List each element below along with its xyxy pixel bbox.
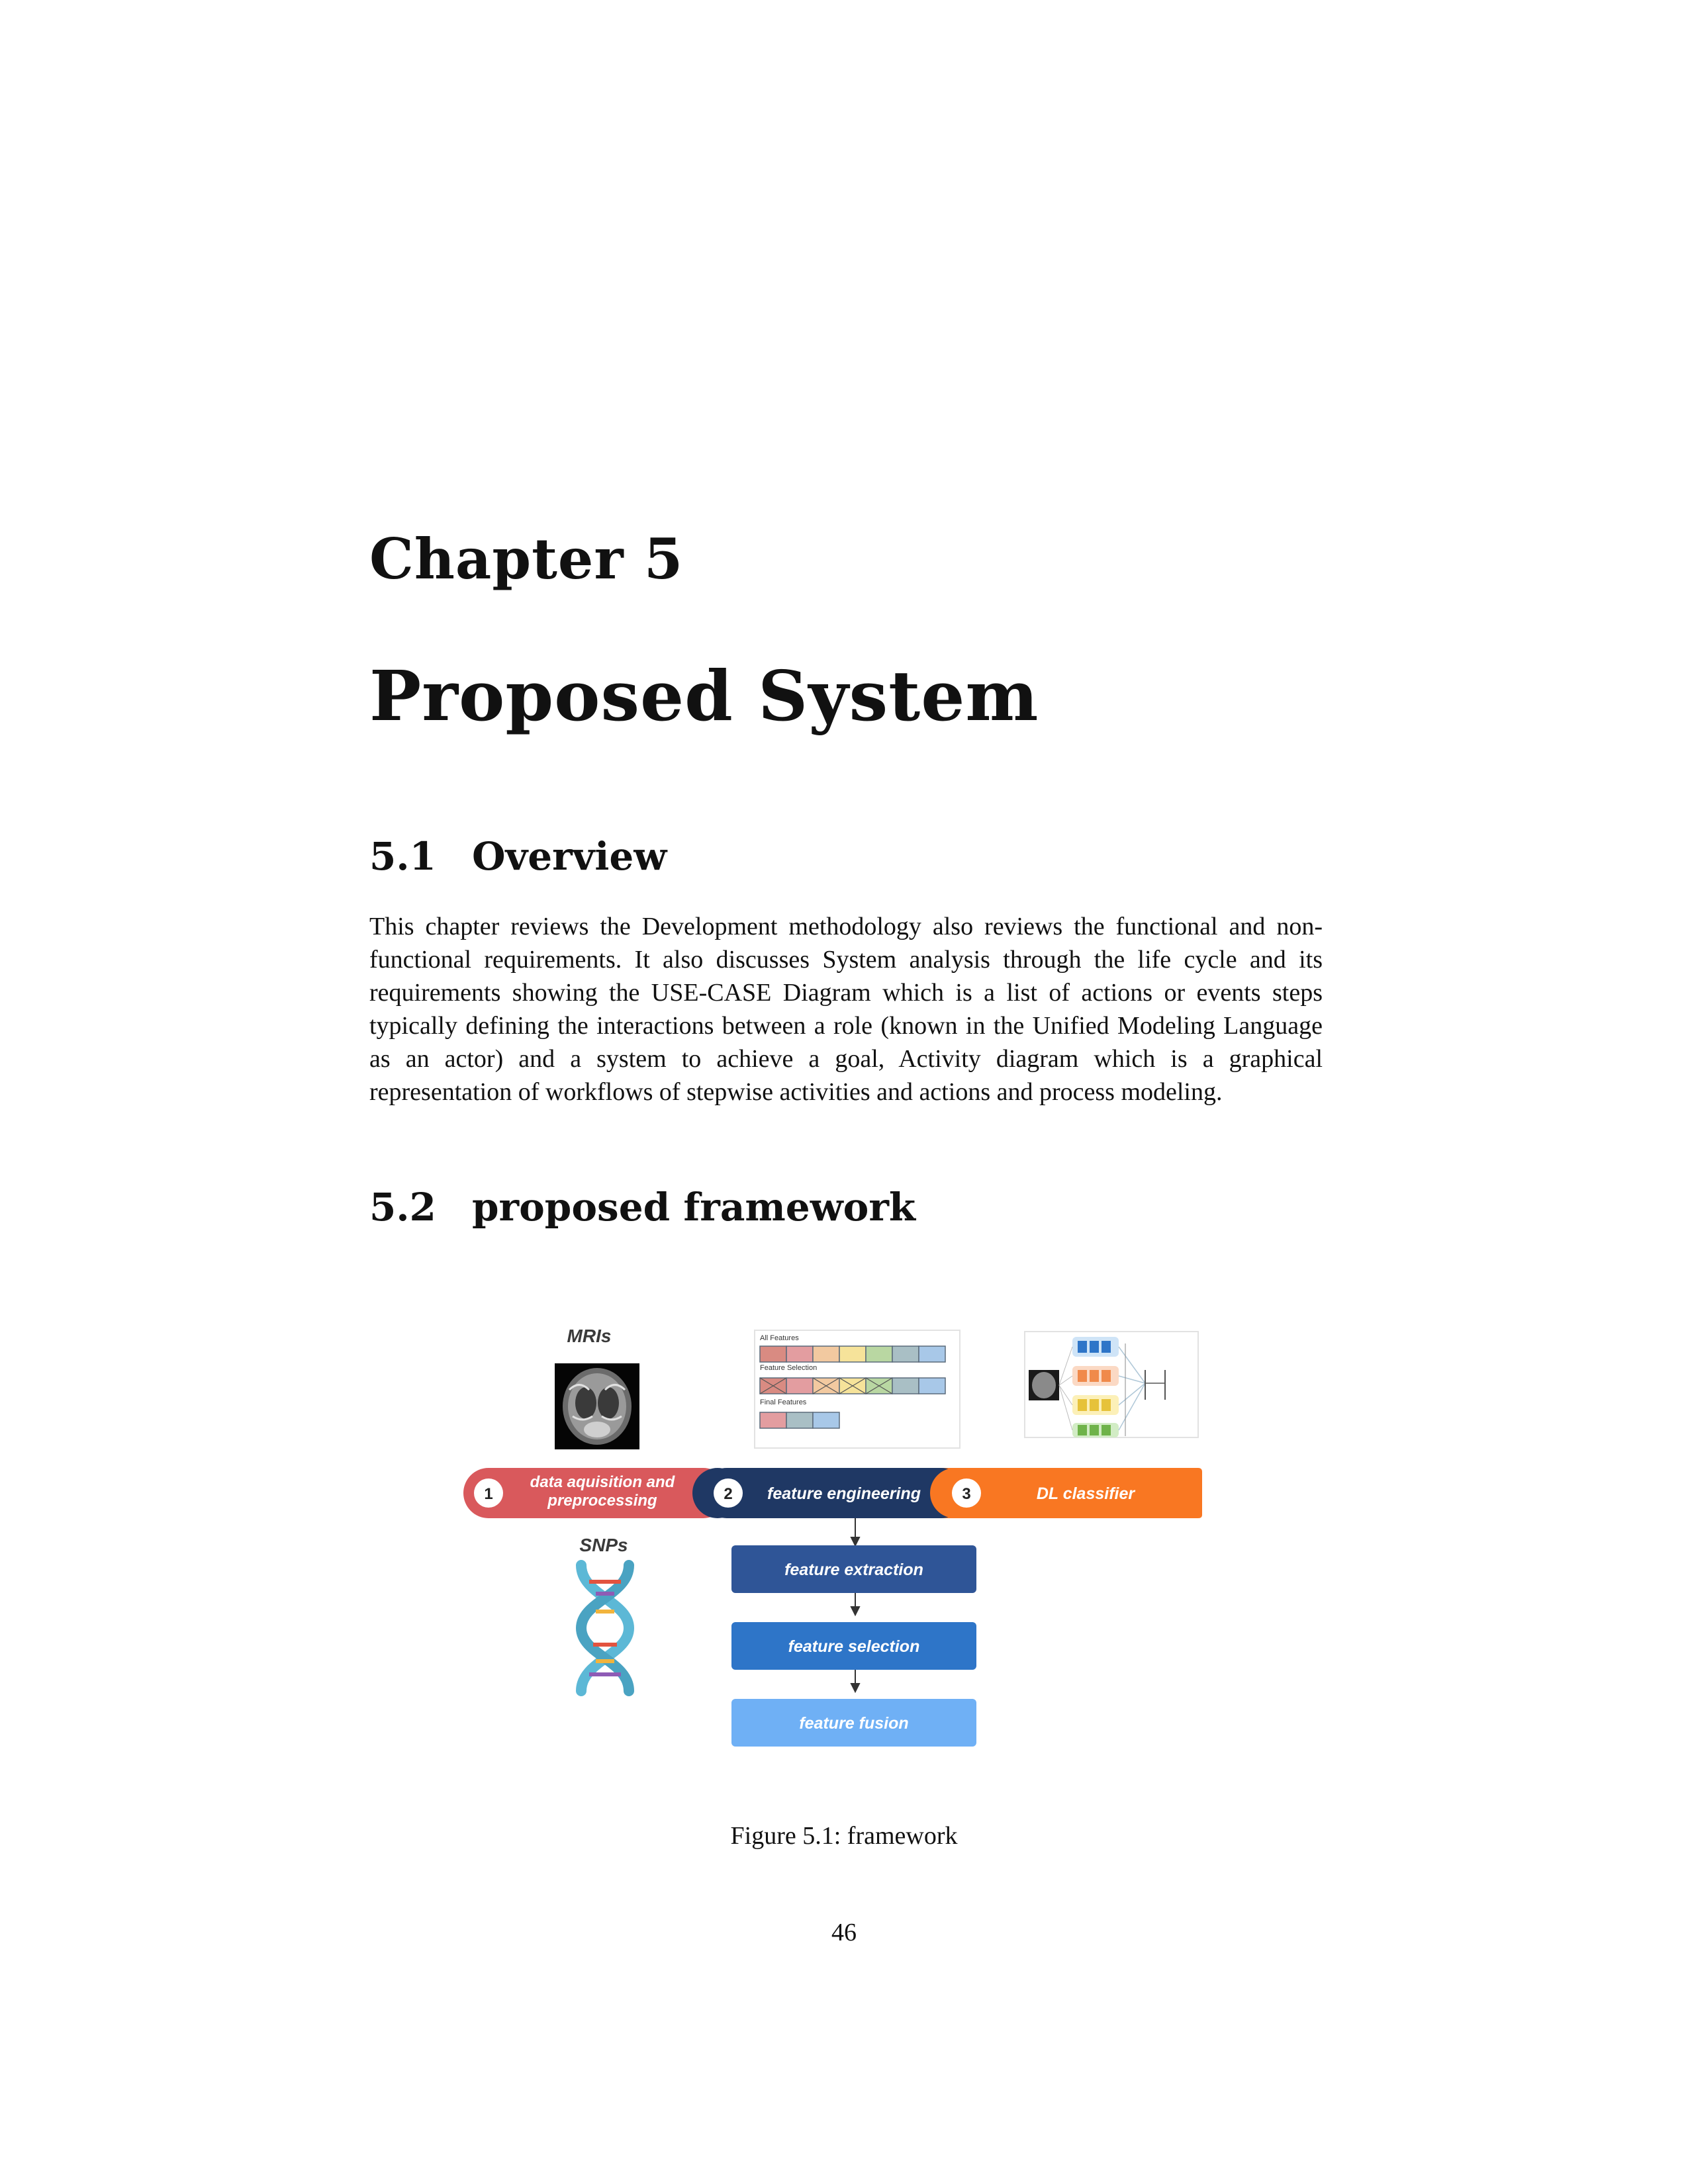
- dna-helix-icon: [575, 1560, 635, 1696]
- step-label: feature engineering: [767, 1484, 921, 1503]
- feature-cell: [786, 1412, 814, 1429]
- chapter-label: Chapter 5: [369, 526, 684, 592]
- final-features-label: Final Features: [760, 1398, 807, 1406]
- feature-cell: [839, 1345, 867, 1363]
- feature-cell: [892, 1377, 919, 1394]
- brain-mri-icon: [555, 1363, 639, 1449]
- section-number: 5.2: [369, 1185, 436, 1230]
- chapter-title: Proposed System: [369, 655, 1039, 737]
- section-title: proposed framework: [472, 1185, 916, 1230]
- step-label: data aquisition and: [530, 1473, 676, 1491]
- section-number: 5.1: [369, 834, 436, 879]
- feature-selection-row: [759, 1377, 946, 1394]
- feature-cell: [812, 1412, 840, 1429]
- all-features-row: [759, 1345, 946, 1363]
- figure-caption: Figure 5.1: framework: [730, 1822, 958, 1850]
- step-number: 1: [484, 1485, 492, 1503]
- section-heading-overview: 5.1 Overview: [369, 834, 667, 879]
- substep-feature-selection: feature selection: [731, 1622, 976, 1670]
- substep-feature-fusion: feature fusion: [731, 1699, 976, 1747]
- all-features-label: All Features: [760, 1334, 799, 1342]
- feature-cell: [786, 1345, 814, 1363]
- feature-selection-label: Feature Selection: [760, 1364, 817, 1372]
- step-number: 2: [724, 1485, 732, 1503]
- feature-cell: [759, 1345, 787, 1363]
- feature-cell: [918, 1377, 946, 1394]
- section-heading-framework: 5.2 proposed framework: [369, 1185, 915, 1230]
- feature-cell: [812, 1345, 840, 1363]
- framework-figure: MRIs All Features Feature Selection Fina…: [463, 1326, 1202, 1747]
- feature-selection-panel: All Features Feature Selection Final Fea…: [754, 1330, 961, 1449]
- step-number: 3: [962, 1485, 970, 1503]
- feature-cell: [865, 1345, 893, 1363]
- final-features-row: [759, 1412, 840, 1429]
- snp-label: SNPs: [579, 1535, 628, 1555]
- section-title: Overview: [472, 834, 667, 879]
- step-label: DL classifier: [1037, 1484, 1136, 1503]
- feature-cell: [759, 1412, 787, 1429]
- neural-network-icon: [1024, 1331, 1199, 1438]
- feature-cell: [786, 1377, 814, 1394]
- feature-cell: [918, 1345, 946, 1363]
- substep-feature-extraction: feature extraction: [731, 1545, 976, 1593]
- substep-label: feature fusion: [799, 1714, 908, 1733]
- overview-paragraph: This chapter reviews the Development met…: [369, 913, 1323, 1106]
- substep-label: feature selection: [788, 1637, 920, 1656]
- mri-label: MRIs: [567, 1326, 612, 1346]
- page-number: 46: [831, 1919, 857, 1946]
- step-label: preprocessing: [547, 1492, 657, 1510]
- substep-label: feature extraction: [784, 1561, 923, 1579]
- feature-cell: [892, 1345, 919, 1363]
